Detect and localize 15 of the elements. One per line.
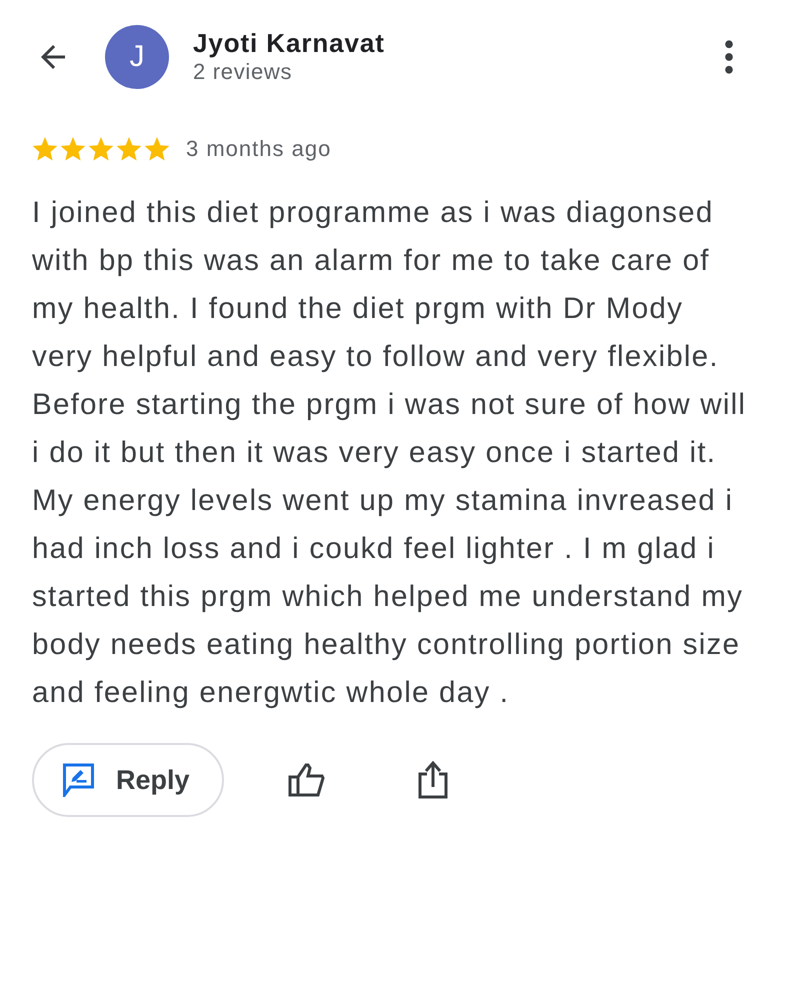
star-icon [88, 136, 114, 162]
more-options-icon[interactable] [724, 40, 734, 74]
review-date: 3 months ago [186, 136, 332, 162]
star-icon [116, 136, 142, 162]
star-icon [32, 136, 58, 162]
thumbs-up-icon[interactable] [288, 763, 326, 797]
star-icon [144, 136, 170, 162]
review-text: I joined this diet programme as i was diagonsed with bp this was an alarm for me to take care of my health. I found the diet prgm with Dr Mody very helpful and easy to follow and very flexible. Before starting the prgm i was not sure of how will i do it but then it was very easy once i started it. My energy levels went up my stamina invreased i had inch loss and i coukd feel lighter . I m glad i started this prgm which helped me understand my body needs eating healthy controlling portion size and feeling energwtic whole day . [32, 195, 748, 711]
share-icon[interactable] [418, 761, 448, 799]
reply-button[interactable]: Reply [32, 743, 224, 817]
star-icon [60, 136, 86, 162]
edit-message-icon [62, 763, 95, 797]
review-count: 2 reviews [193, 58, 292, 86]
avatar[interactable]: J [105, 25, 169, 89]
reviewer-name[interactable]: Jyoti Karnavat [193, 28, 385, 58]
